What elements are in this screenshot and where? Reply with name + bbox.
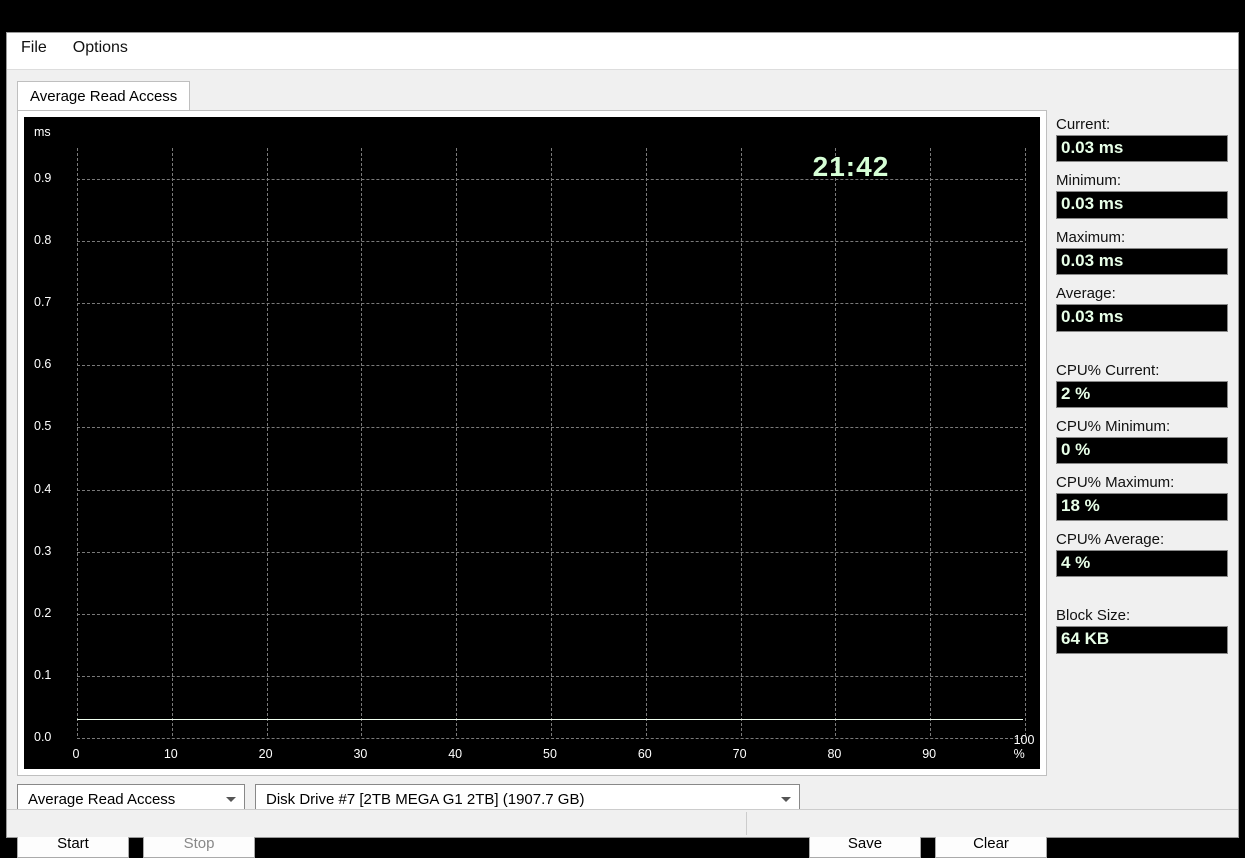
chart-gridline-v (551, 148, 552, 736)
chart-x-tick-label: 20 (259, 747, 273, 761)
label-block-size: Block Size: (1056, 607, 1228, 624)
tabstrip: Average Read Access (17, 80, 190, 111)
chart-gridline-h (77, 738, 1023, 739)
value-current: 0.03 ms (1056, 135, 1228, 162)
chart-y-tick-label: 0.9 (34, 171, 51, 185)
chevron-down-icon (226, 797, 236, 802)
chart-gridline-v (930, 148, 931, 736)
client-area: Average Read Access ms 0.0 0.1 0.2 0.3 0.4 0.5… (7, 69, 1238, 837)
value-block-size: 64 KB (1056, 626, 1228, 653)
tab-average-read-access[interactable]: Average Read Access (17, 81, 190, 112)
chart-gridline-v (267, 148, 268, 736)
statusbar-separator (746, 812, 747, 835)
chart-gridline-v (456, 148, 457, 736)
chart-gridline-h (77, 241, 1023, 242)
value-average: 0.03 ms (1056, 304, 1228, 331)
chart-data-line (77, 719, 1023, 720)
label-current: Current: (1056, 116, 1228, 133)
label-cpu-minimum: CPU% Minimum: (1056, 418, 1228, 435)
chart-gridline-v (77, 148, 78, 736)
stats-panel: Current: 0.03 ms Minimum: 0.03 ms Maximu… (1056, 116, 1228, 654)
chart-gridline-v (835, 148, 836, 736)
chart-gridline-h (77, 552, 1023, 553)
value-cpu-current: 2 % (1056, 381, 1228, 408)
chart-y-tick-label: 0.2 (34, 606, 51, 620)
label-cpu-maximum: CPU% Maximum: (1056, 474, 1228, 491)
chart-x-tick-label: 30 (353, 747, 367, 761)
value-cpu-maximum: 18 % (1056, 493, 1228, 520)
chart-x-tick-label: 50 (543, 747, 557, 761)
chart-x-tick-label: 90 (922, 747, 936, 761)
value-maximum: 0.03 ms (1056, 248, 1228, 275)
chart-x-tick-label: 0 (73, 747, 80, 761)
chart-gridline-v (741, 148, 742, 736)
label-minimum: Minimum: (1056, 172, 1228, 189)
chart-gridline-v (1025, 148, 1026, 736)
chart-gridline-h (77, 303, 1023, 304)
chart-gridline-h (77, 427, 1023, 428)
tab-page: ms 0.0 0.1 0.2 0.3 0.4 0.5 0.6 0.7 0.8 0.9 0 10 20 30 4… (17, 110, 1047, 776)
drive-selected: Disk Drive #7 [2TB MEGA G1 2TB] (1907.7 … (266, 791, 584, 808)
chart-x-tick-label: 60 (638, 747, 652, 761)
value-cpu-average: 4 % (1056, 550, 1228, 577)
chart-y-tick-label: 0.1 (34, 668, 51, 682)
chart-x-tick-label: 40 (448, 747, 462, 761)
chart-gridline-h (77, 614, 1023, 615)
chart-y-tick-label: 0.5 (34, 419, 51, 433)
menu-file[interactable]: File (17, 37, 51, 59)
value-minimum: 0.03 ms (1056, 191, 1228, 218)
chart-gridline-v (361, 148, 362, 736)
chevron-down-icon (781, 797, 791, 802)
chart-x-tick-label: 100 % (1014, 733, 1035, 761)
chart-x-tick-label: 80 (827, 747, 841, 761)
chart-y-tick-label: 0.4 (34, 482, 51, 496)
menu-options[interactable]: Options (69, 37, 132, 59)
chart-gridline-h (77, 365, 1023, 366)
chart: ms 0.0 0.1 0.2 0.3 0.4 0.5 0.6 0.7 0.8 0.9 0 10 20 30 4… (24, 117, 1040, 769)
menubar: File Options (7, 33, 1238, 65)
chart-y-tick-label: 0.6 (34, 357, 51, 371)
app-window: File Options Average Read Access ms 0.0 0.… (6, 32, 1239, 838)
label-cpu-current: CPU% Current: (1056, 362, 1228, 379)
label-maximum: Maximum: (1056, 229, 1228, 246)
chart-y-tick-label: 0.0 (34, 730, 51, 744)
chart-gridline-h (77, 676, 1023, 677)
value-cpu-minimum: 0 % (1056, 437, 1228, 464)
chart-x-tick-label: 70 (733, 747, 747, 761)
chart-elapsed-time: 21:42 (813, 151, 890, 183)
chart-plot-area (76, 147, 1024, 737)
chart-y-unit: ms (34, 125, 51, 139)
test-type-selected: Average Read Access (28, 791, 175, 808)
chart-gridline-v (172, 148, 173, 736)
label-average: Average: (1056, 285, 1228, 302)
label-cpu-average: CPU% Average: (1056, 531, 1228, 548)
chart-gridline-v (646, 148, 647, 736)
chart-y-tick-label: 0.7 (34, 295, 51, 309)
chart-gridline-h (77, 490, 1023, 491)
chart-y-tick-label: 0.3 (34, 544, 51, 558)
status-bar (7, 809, 1238, 837)
chart-x-tick-label: 10 (164, 747, 178, 761)
chart-y-tick-label: 0.8 (34, 233, 51, 247)
